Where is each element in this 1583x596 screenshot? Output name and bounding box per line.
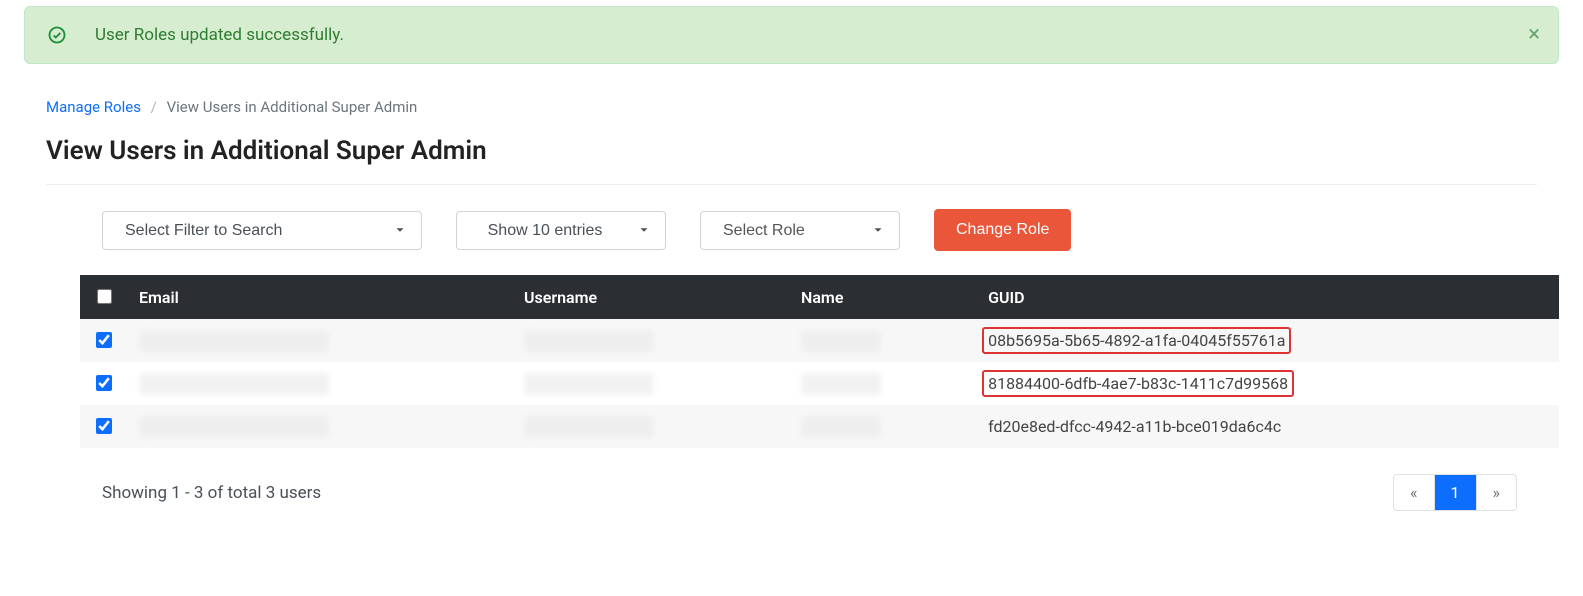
breadcrumb: Manage Roles / View Users in Additional …	[46, 98, 1537, 116]
redacted-cell	[139, 330, 329, 352]
col-username[interactable]: Username	[512, 275, 789, 319]
redacted-cell	[139, 373, 329, 395]
close-icon[interactable]: ×	[1528, 24, 1540, 46]
change-role-button[interactable]: Change Role	[934, 209, 1071, 251]
redacted-cell	[801, 373, 881, 395]
guid-value: 08b5695a-5b65-4892-a1fa-04045f55761a	[982, 327, 1291, 354]
role-select[interactable]: Select Role	[700, 211, 900, 250]
redacted-cell	[801, 416, 881, 438]
redacted-cell	[524, 330, 654, 352]
guid-value: fd20e8ed-dfcc-4942-a11b-bce019da6c4c	[988, 417, 1281, 436]
page-prev[interactable]: «	[1394, 475, 1435, 510]
redacted-cell	[801, 330, 881, 352]
pagination: « 1 »	[1393, 474, 1517, 511]
guid-value: 81884400-6dfb-4ae7-b83c-1411c7d99568	[982, 370, 1294, 397]
breadcrumb-parent[interactable]: Manage Roles	[46, 98, 141, 116]
page-title: View Users in Additional Super Admin	[46, 136, 1537, 166]
filter-select[interactable]: Select Filter to Search	[102, 211, 422, 250]
table-row: fd20e8ed-dfcc-4942-a11b-bce019da6c4c	[80, 405, 1559, 448]
redacted-cell	[524, 373, 654, 395]
row-checkbox[interactable]	[96, 418, 112, 434]
redacted-cell	[524, 416, 654, 438]
breadcrumb-separator: /	[151, 98, 157, 116]
page-next[interactable]: »	[1477, 475, 1517, 510]
select-all-checkbox[interactable]	[97, 289, 112, 304]
alert-message: User Roles updated successfully.	[95, 25, 344, 45]
row-checkbox[interactable]	[96, 375, 112, 391]
check-circle-icon	[47, 25, 67, 45]
divider	[46, 184, 1537, 185]
row-checkbox[interactable]	[96, 332, 112, 348]
users-table: Email Username Name GUID 08b5695a-5b65-4…	[80, 275, 1559, 448]
page-1[interactable]: 1	[1435, 475, 1477, 510]
col-guid[interactable]: GUID	[976, 275, 1559, 319]
col-name[interactable]: Name	[789, 275, 976, 319]
table-row: 81884400-6dfb-4ae7-b83c-1411c7d99568	[80, 362, 1559, 405]
table-row: 08b5695a-5b65-4892-a1fa-04045f55761a	[80, 319, 1559, 362]
redacted-cell	[139, 416, 329, 438]
col-email[interactable]: Email	[127, 275, 512, 319]
showing-text: Showing 1 - 3 of total 3 users	[102, 483, 321, 503]
success-alert: User Roles updated successfully. ×	[24, 6, 1559, 64]
entries-select[interactable]: Show 10 entries	[456, 211, 666, 250]
breadcrumb-current: View Users in Additional Super Admin	[167, 98, 418, 116]
controls-row: Select Filter to Search Show 10 entries …	[102, 209, 1559, 251]
